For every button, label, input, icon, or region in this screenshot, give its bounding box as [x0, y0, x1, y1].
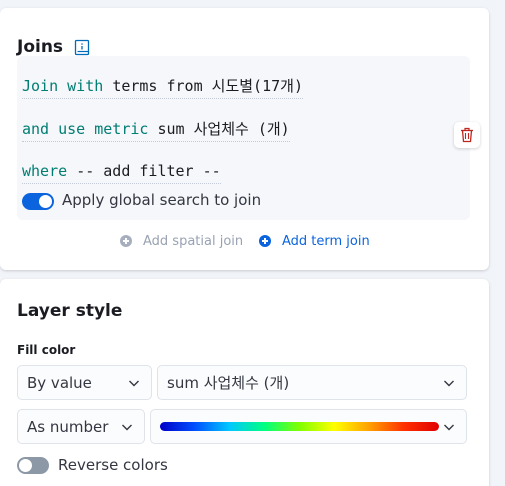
color-by-select[interactable]: By value: [17, 365, 152, 400]
chevron-down-icon: [129, 380, 139, 387]
plus-in-circle-icon: [120, 235, 132, 247]
remove-join-button[interactable]: [454, 122, 480, 148]
metric-value: sum 사업체수 (개): [157, 120, 290, 138]
plus-in-circle-icon: [259, 235, 271, 247]
metric-keyword: and use metric: [22, 120, 149, 138]
field-value: sum 사업체수 (개): [167, 374, 290, 392]
chevron-down-icon: [122, 424, 132, 431]
format-value: As number: [27, 417, 109, 436]
add-term-join-label: Add term join: [282, 233, 370, 249]
join-keyword: Join: [22, 77, 59, 95]
add-term-join-button[interactable]: Add term join: [259, 232, 370, 250]
color-ramp-swatch: [160, 422, 439, 431]
field-select[interactable]: sum 사업체수 (개): [157, 365, 467, 400]
global-search-label: Apply global search to join: [62, 191, 262, 209]
where-expression[interactable]: where -- add filter --: [22, 160, 221, 184]
trash-icon: [461, 127, 473, 143]
layer-style-title: Layer style: [17, 301, 123, 321]
where-keyword: where: [22, 162, 68, 180]
color-by-value: By value: [27, 373, 92, 392]
chevron-down-icon: [444, 424, 454, 431]
join-terms-expression[interactable]: Join with terms from 시도별(17개): [22, 75, 303, 99]
format-select[interactable]: As number: [17, 409, 145, 444]
joins-title: Joins: [17, 37, 64, 57]
layer-style-panel: Layer style Fill color By value sum 사업체수…: [0, 279, 489, 486]
join-expression-box: Join with terms from 시도별(17개) and use me…: [17, 56, 470, 220]
fill-color-label: Fill color: [17, 343, 76, 357]
color-ramp-select[interactable]: [150, 409, 467, 444]
switch-knob: [39, 195, 52, 208]
switch-knob: [19, 459, 32, 472]
chevron-down-icon: [444, 380, 454, 387]
joins-panel: Joins Join with terms from 시도별(17개) and …: [0, 8, 489, 270]
add-spatial-join-button[interactable]: Add spatial join: [120, 232, 243, 250]
metric-expression[interactable]: and use metric sum 사업체수 (개): [22, 118, 290, 142]
join-terms-value: terms from 시도별(17개): [112, 77, 303, 95]
with-keyword: with: [67, 77, 104, 95]
reverse-colors-label: Reverse colors: [58, 456, 168, 474]
where-value: -- add filter --: [76, 162, 221, 180]
book-icon[interactable]: [74, 39, 90, 56]
reverse-colors-switch[interactable]: [17, 457, 49, 474]
add-spatial-join-label: Add spatial join: [143, 233, 244, 249]
global-search-switch[interactable]: [22, 193, 54, 210]
